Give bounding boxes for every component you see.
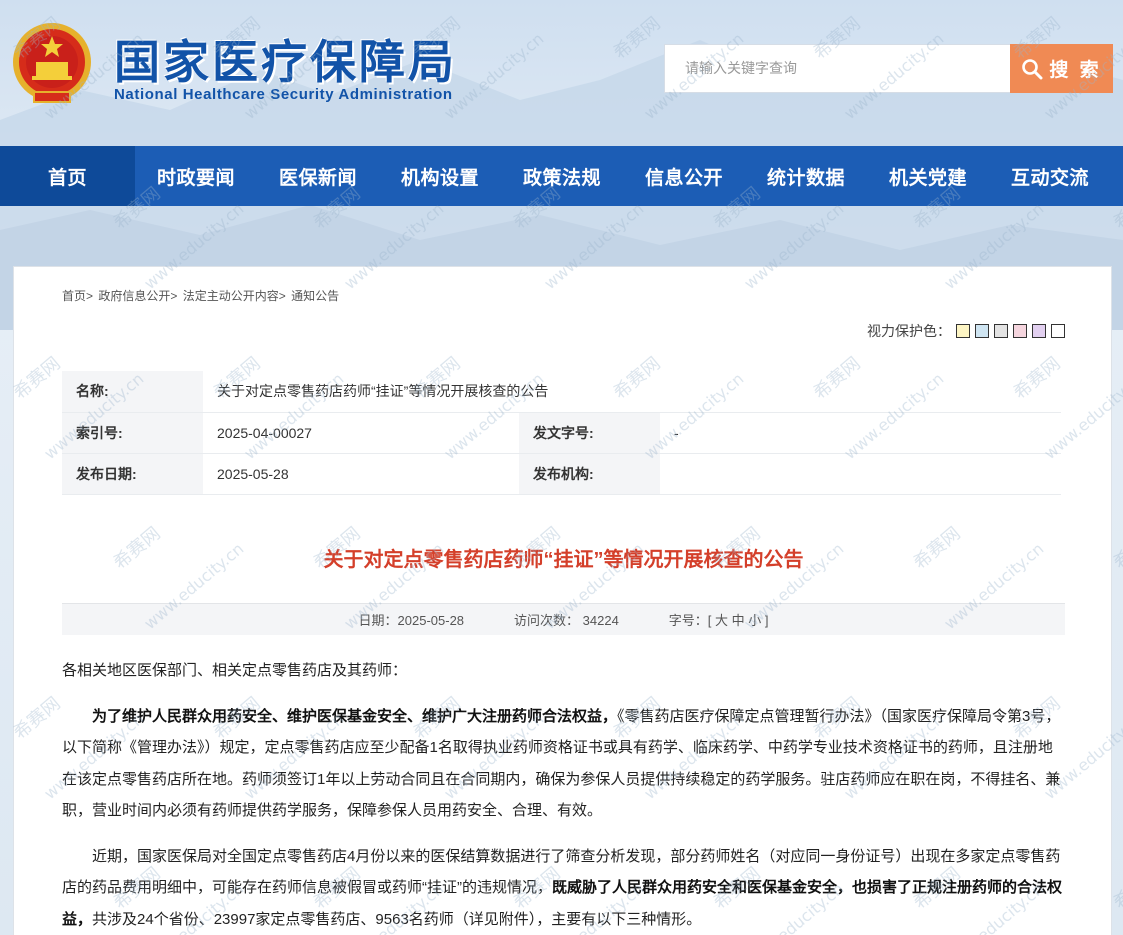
nav-item-home[interactable]: 首页 xyxy=(0,146,135,206)
color-swatch-yellow[interactable] xyxy=(956,324,970,338)
document-info-bar: 日期：2025-05-28 访问次数： 34224 字号：[ 大 中 小 ] xyxy=(62,603,1065,635)
paragraph-2: 近期，国家医保局对全国定点零售药店4月份以来的医保结算数据进行了筛查分析发现，部… xyxy=(62,841,1065,935)
color-swatch-purple[interactable] xyxy=(1032,324,1046,338)
meta-docno-label: 发文字号: xyxy=(519,412,660,454)
search-icon xyxy=(1022,58,1043,79)
nav-item-organization[interactable]: 机构设置 xyxy=(379,146,501,206)
breadcrumb-disclosure[interactable]: 政府信息公开> xyxy=(98,289,177,303)
breadcrumb: 首页> 政府信息公开> 法定主动公开内容> 通知公告 xyxy=(62,287,341,304)
document-body: 各相关地区医保部门、相关定点零售药店及其药师： 为了维护人民群众用药安全、维护医… xyxy=(62,655,1065,935)
color-swatch-gray[interactable] xyxy=(994,324,1008,338)
nav-item-disclosure[interactable]: 信息公开 xyxy=(623,146,745,206)
site-header: 国家医疗保障局 National Healthcare Security Adm… xyxy=(0,0,1123,146)
table-row: 索引号: 2025-04-00027 发文字号: - xyxy=(62,412,1061,454)
meta-docno-value: - xyxy=(660,412,1061,454)
document-title: 关于对定点零售药店药师“挂证”等情况开展核查的公告 xyxy=(323,549,804,571)
table-row: 发布日期: 2025-05-28 发布机构: xyxy=(62,453,1061,495)
salutation: 各相关地区医保部门、相关定点零售药店及其药师： xyxy=(62,662,408,679)
national-emblem-icon xyxy=(13,23,91,103)
meta-date-value: 2025-05-28 xyxy=(203,453,519,495)
paragraph-1: 为了维护人民群众用药安全、维护医保基金安全、维护广大注册药师合法权益，《零售药店… xyxy=(62,701,1065,827)
color-swatch-blue[interactable] xyxy=(975,324,989,338)
main-nav: 首页 时政要闻 医保新闻 机构设置 政策法规 信息公开 统计数据 机关党建 互动… xyxy=(0,146,1123,206)
nav-item-statistics[interactable]: 统计数据 xyxy=(745,146,867,206)
document-meta-table: 名称: 关于对定点零售药店药师“挂证”等情况开展核查的公告 索引号: 2025-… xyxy=(62,371,1061,495)
visit-count: 访问次数： 34224 xyxy=(514,613,619,628)
site-title-en: National Healthcare Security Administrat… xyxy=(114,86,453,103)
paragraph-1-bold: 为了维护人民群众用药安全、维护医保基金安全、维护广大注册药师合法权益， xyxy=(92,707,618,725)
search-button[interactable]: 搜 索 xyxy=(1010,44,1113,93)
meta-org-label: 发布机构: xyxy=(519,453,660,495)
nav-item-interaction[interactable]: 互动交流 xyxy=(989,146,1111,206)
meta-org-value xyxy=(660,453,1061,495)
nav-item-policy[interactable]: 政策法规 xyxy=(501,146,623,206)
breadcrumb-notice[interactable]: 通知公告 xyxy=(291,289,339,303)
breadcrumb-home[interactable]: 首页> xyxy=(62,289,93,303)
document-date: 日期：2025-05-28 xyxy=(358,613,465,628)
search-input[interactable]: 请输入关键字查询 xyxy=(664,44,1011,93)
content-card: 首页> 政府信息公开> 法定主动公开内容> 通知公告 视力保护色： 名称: 关于… xyxy=(13,266,1112,935)
meta-name-label: 名称: xyxy=(62,371,203,413)
meta-date-label: 发布日期: xyxy=(62,453,203,495)
nav-item-party[interactable]: 机关党建 xyxy=(867,146,989,206)
meta-index-value: 2025-04-00027 xyxy=(203,412,519,454)
meta-name-value: 关于对定点零售药店药师“挂证”等情况开展核查的公告 xyxy=(203,371,1061,413)
vision-label: 视力保护色： xyxy=(867,323,951,339)
color-swatch-pink[interactable] xyxy=(1013,324,1027,338)
nav-item-healthcare-news[interactable]: 医保新闻 xyxy=(257,146,379,206)
nav-item-news[interactable]: 时政要闻 xyxy=(135,146,257,206)
meta-index-label: 索引号: xyxy=(62,412,203,454)
font-size-switcher[interactable]: 字号：[ 大 中 小 ] xyxy=(669,610,769,629)
vision-protect-colors: 视力保护色： xyxy=(867,321,1065,341)
table-row: 名称: 关于对定点零售药店药师“挂证”等情况开展核查的公告 xyxy=(62,371,1061,413)
search-button-label: 搜 索 xyxy=(1049,60,1102,81)
color-swatch-white[interactable] xyxy=(1051,324,1065,338)
site-title[interactable]: 国家医疗保障局 xyxy=(114,26,457,92)
breadcrumb-legal-content[interactable]: 法定主动公开内容> xyxy=(183,289,286,303)
paragraph-2-end: 共涉及24个省份、23997家定点零售药店、9563名药师（详见附件），主要有以… xyxy=(92,910,702,928)
